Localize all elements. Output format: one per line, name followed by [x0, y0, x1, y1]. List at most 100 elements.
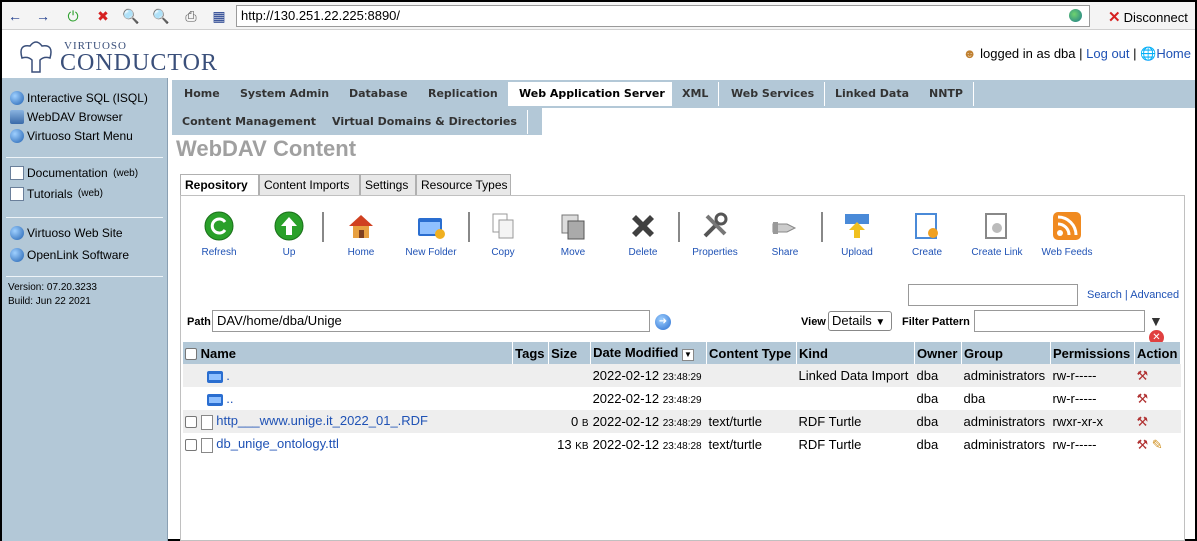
tab-home[interactable]: Home — [174, 82, 231, 106]
action-cell: ⚒ — [1134, 364, 1181, 387]
sidebar-item-virtuoso-site[interactable]: Virtuoso Web Site — [10, 222, 159, 244]
resource-link[interactable]: db_unige_ontology.ttl — [216, 436, 339, 451]
sidebar-item-documentation[interactable]: Documentation (web) — [10, 162, 159, 184]
edit-icon[interactable]: ✎ — [1152, 437, 1163, 452]
create-link-button[interactable]: Create Link — [963, 210, 1031, 258]
row-checkbox[interactable] — [185, 439, 197, 452]
back-icon[interactable]: ← — [6, 7, 24, 25]
properties-tool-icon[interactable]: ⚒ — [1136, 391, 1148, 406]
forward-icon[interactable]: → — [34, 7, 52, 25]
view-select-value: Details — [832, 313, 872, 328]
advanced-search-link[interactable]: Advanced — [1130, 289, 1179, 301]
sidebar-item-start-menu[interactable]: Virtuoso Start Menu — [10, 126, 159, 145]
size-column-header[interactable]: Size — [548, 342, 592, 364]
virtuoso-logo[interactable]: VIRTUOSO CONDUCTOR — [14, 34, 217, 76]
sidebar-item-webdav[interactable]: WebDAV Browser — [10, 107, 159, 126]
logout-link[interactable]: Log out — [1086, 46, 1129, 61]
kind-column-header[interactable]: Kind — [796, 342, 915, 364]
subtab-repository[interactable]: Repository — [180, 174, 259, 196]
size-cell — [548, 364, 591, 387]
user-icon: ☻ — [962, 46, 977, 61]
search-links: Search | Advanced — [1087, 289, 1180, 301]
size-value: 13 — [557, 437, 572, 452]
properties-tool-icon[interactable]: ⚒ — [1136, 437, 1148, 452]
stop-icon[interactable]: ✖ — [94, 7, 112, 25]
select-all-checkbox[interactable] — [185, 348, 197, 361]
url-input[interactable]: http://130.251.22.225:8890/ — [236, 5, 1090, 27]
delete-button[interactable]: Delete — [609, 210, 677, 258]
tab-xml[interactable]: XML — [672, 82, 720, 106]
up-button[interactable]: Up — [255, 210, 323, 258]
size-cell — [549, 387, 591, 410]
disconnect-button[interactable]: ✕ Disconnect — [1108, 8, 1188, 26]
search-link[interactable]: Search — [1087, 289, 1122, 301]
filter-apply-icon[interactable]: ▼ — [1149, 313, 1163, 329]
subtab-content-imports[interactable]: Content Imports — [259, 174, 360, 196]
resource-link[interactable]: .. — [226, 391, 233, 406]
row-checkbox[interactable] — [185, 416, 197, 429]
sidebar-item-label: WebDAV Browser — [27, 109, 123, 124]
tab-linked-data[interactable]: Linked Data — [825, 82, 921, 106]
home-link[interactable]: Home — [1156, 46, 1191, 61]
tab-system-admin[interactable]: System Admin — [230, 82, 341, 106]
site-icon — [1069, 9, 1082, 22]
sidebar-group-links: Virtuoso Web Site OpenLink Software — [6, 217, 163, 270]
filter-pattern-input[interactable] — [974, 310, 1145, 332]
tab-content-management[interactable]: Content Management — [172, 110, 328, 134]
group-column-header[interactable]: Group — [961, 342, 1051, 364]
tab-nntp[interactable]: NNTP — [919, 82, 974, 106]
reload-icon[interactable]: ⏻ — [64, 7, 82, 25]
sidebar-item-openlink[interactable]: OpenLink Software — [10, 244, 159, 266]
resource-link[interactable]: http___www.unige.it_2022_01_.RDF — [216, 413, 428, 428]
date-cell: 2022-02-12 23:48:29 — [590, 364, 707, 387]
home-button[interactable]: Home — [327, 210, 395, 258]
page-info-icon[interactable]: ▦ — [210, 7, 228, 25]
properties-tool-icon[interactable]: ⚒ — [1136, 414, 1148, 429]
search-input[interactable] — [908, 284, 1078, 306]
copy-button[interactable]: Copy — [469, 210, 537, 258]
date-text: 2022-02-12 — [592, 437, 660, 452]
share-icon — [772, 222, 797, 234]
new-folder-button[interactable]: New Folder — [397, 210, 465, 258]
page-header: VIRTUOSO CONDUCTOR ☻ logged in as dba | … — [2, 30, 1195, 78]
path-input[interactable]: DAV/home/dba/Unige — [212, 310, 650, 332]
owner-column-header[interactable]: Owner — [914, 342, 962, 364]
properties-button[interactable]: Properties — [681, 210, 749, 258]
upload-button[interactable]: Upload — [823, 210, 891, 258]
permissions-column-header[interactable]: Permissions — [1050, 342, 1135, 364]
filter-label: Filter Pattern — [902, 316, 970, 328]
sidebar: Interactive SQL (ISQL) WebDAV Browser Vi… — [2, 78, 168, 541]
properties-tool-icon[interactable]: ⚒ — [1136, 368, 1148, 383]
share-button[interactable]: Share — [751, 210, 819, 258]
sidebar-item-isql[interactable]: Interactive SQL (ISQL) — [10, 88, 159, 107]
resource-link[interactable]: . — [226, 368, 230, 383]
tab-replication[interactable]: Replication — [418, 82, 509, 106]
sidebar-item-tutorials[interactable]: Tutorials (web) — [10, 184, 159, 203]
sort-icon[interactable]: ▼ — [681, 349, 694, 361]
tab-web-services[interactable]: Web Services — [721, 82, 826, 106]
view-select[interactable]: Details ▼ — [828, 311, 892, 331]
print-icon[interactable]: ⎙ — [182, 7, 200, 25]
create-button[interactable]: Create — [893, 210, 961, 258]
subtab-settings[interactable]: Settings — [360, 174, 416, 196]
tags-column-header[interactable]: Tags — [512, 342, 550, 364]
sub-navigation: Content Management Virtual Domains & Dir… — [172, 108, 542, 135]
zoom-in-icon[interactable]: 🔍 — [122, 7, 140, 25]
tab-database[interactable]: Database — [339, 82, 419, 106]
kind-cell: RDF Turtle — [798, 437, 862, 452]
tab-web-application-server[interactable]: Web Application Server — [509, 82, 676, 106]
date-cell: 2022-02-12 23:48:29 — [590, 410, 707, 433]
logged-in-text: logged in as dba — [980, 46, 1076, 61]
move-button[interactable]: Move — [539, 210, 607, 258]
web-feeds-button[interactable]: Web Feeds — [1033, 210, 1101, 258]
tab-virtual-domains[interactable]: Virtual Domains & Directories — [322, 110, 528, 134]
zoom-out-icon[interactable]: 🔍 — [152, 7, 170, 25]
subtab-resource-types[interactable]: Resource Types — [416, 174, 511, 196]
name-column-header[interactable]: Name — [183, 342, 514, 364]
refresh-button[interactable]: Refresh — [185, 210, 253, 258]
go-icon[interactable]: ➜ — [655, 314, 671, 330]
content-type-column-header[interactable]: Content Type — [706, 342, 798, 364]
date-column-header[interactable]: Date Modified ▼ — [590, 342, 708, 364]
toolbar-label: Delete — [628, 247, 658, 258]
time-text: 23:48:29 — [662, 372, 702, 383]
